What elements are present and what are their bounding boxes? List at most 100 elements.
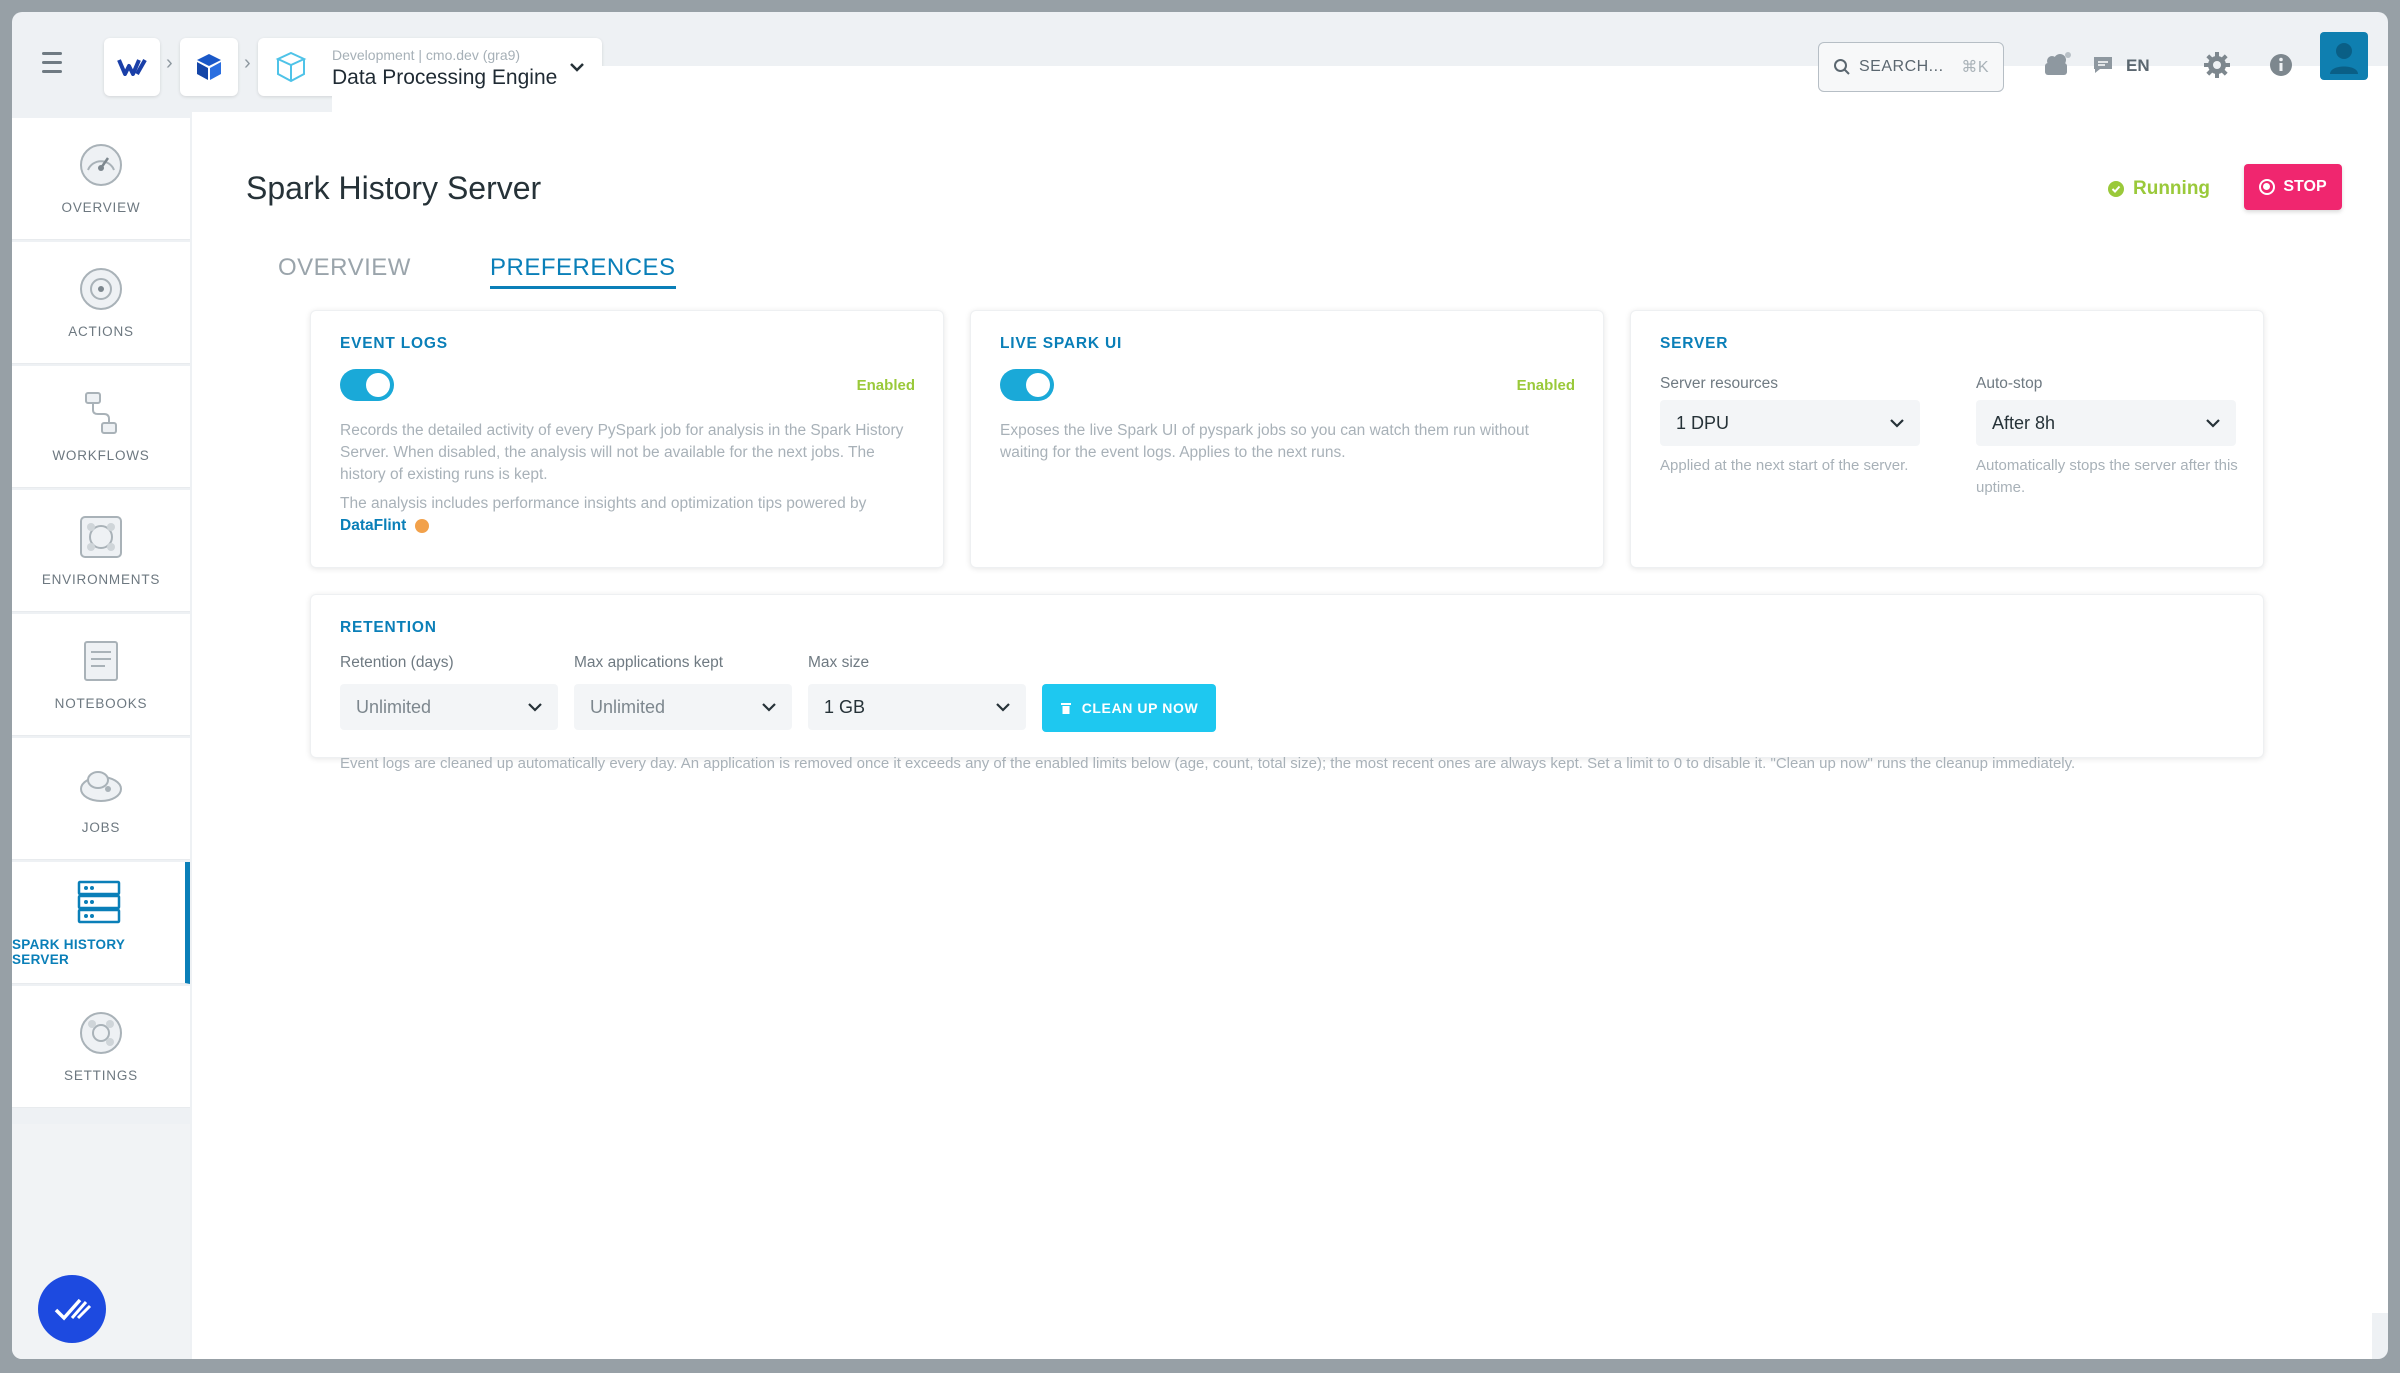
top-bar: › › Development | cmo.dev (gra9) Data Pr… [12, 12, 2388, 1313]
select-value: Unlimited [356, 696, 432, 717]
brand-logo-icon [117, 59, 147, 76]
sidebar-item-actions[interactable]: ACTIONS [12, 242, 190, 364]
chevron-down-icon [762, 703, 776, 712]
chevron-right-icon: › [166, 52, 173, 74]
search-button[interactable]: SEARCH... ⌘K [1818, 42, 2004, 92]
project-button[interactable] [180, 38, 238, 96]
cloud-shell-icon[interactable] [2042, 50, 2072, 80]
toggle-state: Enabled [1516, 377, 1575, 394]
tab-preferences[interactable]: PREFERENCES [490, 254, 676, 289]
stop-button[interactable]: STOP [2244, 164, 2342, 210]
settings-icon [80, 1012, 122, 1054]
sidebar-item-environments[interactable]: ENVIRONMENTS [12, 490, 190, 612]
sidebar-item-overview[interactable]: OVERVIEW [12, 118, 190, 240]
chevron-right-icon: › [244, 52, 251, 74]
chevron-down-icon [2206, 419, 2220, 428]
gear-icon[interactable] [2202, 50, 2232, 80]
search-icon [1834, 59, 1850, 75]
environment-selector[interactable]: Development | cmo.dev (gra9) Data Proces… [258, 38, 2388, 1313]
auto-stop-select[interactable]: After 8h [1976, 400, 2236, 446]
event-logs-analysis-note: The analysis includes performance insigh… [340, 493, 920, 537]
max-applications-label: Max applications kept [574, 654, 724, 671]
clean-up-now-button[interactable]: CLEAN UP NOW [1042, 684, 1216, 732]
sidebar-item-spark-history-server[interactable]: SPARK HISTORY SERVER [12, 862, 190, 984]
stop-icon [2259, 179, 2276, 195]
sidebar: OVERVIEW ACTIONS WORKFLOWS ENVIRONMENTS … [12, 118, 190, 1118]
notebook-icon [84, 641, 118, 681]
home-logo-button[interactable] [104, 38, 160, 96]
event-logs-description: Records the detailed activity of every P… [340, 422, 904, 483]
status-text: Running [2133, 178, 2211, 199]
dataflint-logo-icon [414, 518, 429, 533]
select-value: After 8h [1992, 412, 2056, 433]
language-selector[interactable]: EN [2126, 56, 2150, 76]
assistant-chat-button[interactable] [38, 1275, 106, 1343]
server-icon [77, 880, 120, 923]
hamburger-menu-icon[interactable] [42, 47, 70, 77]
sidebar-item-label: SETTINGS [64, 1068, 138, 1083]
speedometer-icon [80, 144, 122, 186]
retention-help: Event logs are cleaned up automatically … [340, 755, 2076, 772]
select-value: Unlimited [590, 696, 666, 717]
event-logs-card: EVENT LOGS Enabled Records the detailed … [310, 310, 944, 568]
cleanup-label: CLEAN UP NOW [1081, 700, 1199, 716]
chevron-down-icon [528, 703, 542, 712]
main-content: Spark History Server Running STOP OVERVI… [192, 112, 2372, 1359]
app-window: › › Development | cmo.dev (gra9) Data Pr… [12, 12, 2388, 1359]
server-resources-label: Server resources [1660, 375, 1779, 392]
retention-days-label: Retention (days) [340, 654, 454, 671]
sidebar-item-label: OVERVIEW [61, 200, 141, 215]
sidebar-item-label: SPARK HISTORY SERVER [12, 936, 125, 967]
chat-icon[interactable] [2088, 50, 2118, 80]
event-logs-toggle[interactable] [340, 369, 394, 401]
cubes-icon [197, 54, 221, 80]
card-title: RETENTION [340, 619, 437, 636]
card-title: EVENT LOGS [340, 335, 448, 352]
sidebar-item-workflows[interactable]: WORKFLOWS [12, 366, 190, 488]
live-spark-ui-toggle[interactable] [1000, 369, 1054, 401]
user-icon [2330, 43, 2358, 74]
search-shortcut: ⌘K [1961, 59, 1989, 76]
environment-subtitle: Development | cmo.dev (gra9) [332, 47, 521, 63]
sidebar-item-label: JOBS [81, 820, 121, 835]
sidebar-item-label: ENVIRONMENTS [41, 572, 161, 587]
double-check-icon [54, 1298, 92, 1321]
card-title: SERVER [1660, 335, 1729, 352]
tab-overview[interactable]: OVERVIEW [278, 254, 411, 282]
workflow-icon [85, 392, 117, 434]
auto-stop-help: Automatically stops the server after thi… [1976, 457, 2238, 496]
environment-icon [80, 516, 122, 558]
chevron-down-icon [1890, 419, 1904, 428]
trash-icon [1060, 703, 1071, 714]
target-icon [80, 268, 122, 310]
server-resources-help: Applied at the next start of the server. [1660, 457, 1909, 474]
sidebar-item-notebooks[interactable]: NOTEBOOKS [12, 614, 190, 736]
select-value: 1 GB [824, 696, 866, 717]
info-icon[interactable] [2266, 50, 2296, 80]
server-resources-select[interactable]: 1 DPU [1660, 400, 1920, 446]
auto-stop-label: Auto-stop [1976, 375, 2043, 392]
select-value: 1 DPU [1676, 412, 1730, 433]
jobs-icon [80, 771, 122, 802]
stop-label: STOP [2283, 178, 2327, 195]
live-spark-ui-description: Exposes the live Spark UI of pyspark job… [1000, 422, 1529, 461]
max-applications-select[interactable]: Unlimited [574, 684, 792, 730]
retention-card: RETENTION Retention (days) Unlimited Max… [310, 594, 2264, 772]
max-size-label: Max size [808, 654, 870, 671]
server-card: SERVER Server resources 1 DPU Applied at… [1630, 310, 2264, 568]
max-size-select[interactable]: 1 GB [808, 684, 1026, 730]
chevron-down-icon [996, 703, 1010, 712]
analysis-note-text: The analysis includes performance insigh… [340, 495, 867, 512]
chevron-down-icon [570, 63, 584, 72]
search-label: SEARCH... [1859, 58, 1944, 75]
check-circle-icon [2108, 181, 2124, 197]
page-title: Spark History Server [246, 170, 542, 206]
status-badge: Running [2108, 178, 2210, 200]
sidebar-item-label: NOTEBOOKS [54, 696, 148, 711]
box-icon [275, 51, 307, 83]
user-avatar[interactable] [2320, 32, 2368, 80]
retention-days-select[interactable]: Unlimited [340, 684, 558, 730]
sidebar-item-settings[interactable]: SETTINGS [12, 986, 190, 1108]
dataflint-link[interactable]: DataFlint [340, 517, 406, 534]
sidebar-item-jobs[interactable]: JOBS [12, 738, 190, 860]
